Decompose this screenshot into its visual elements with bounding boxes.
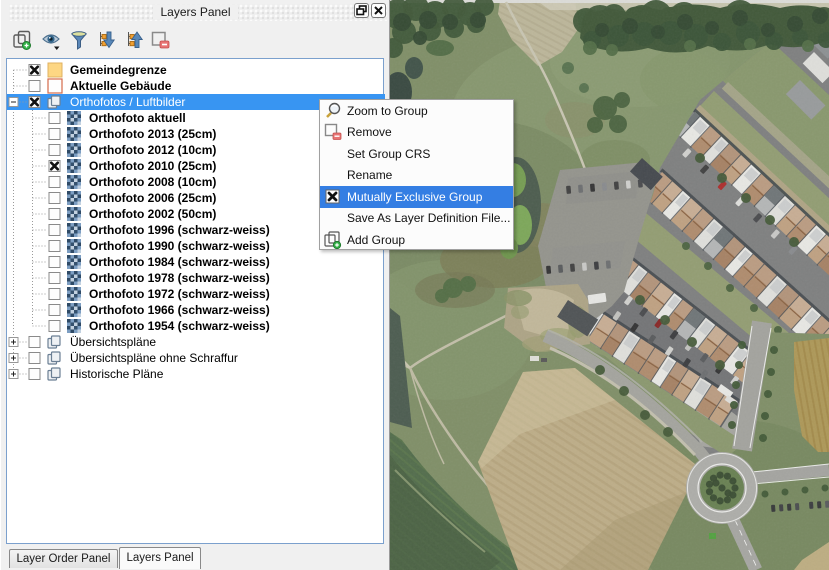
svg-text:Orthofoto 1990 (schwarz-weiss): Orthofoto 1990 (schwarz-weiss) (89, 239, 270, 253)
svg-text:Orthofoto 1972 (schwarz-weiss): Orthofoto 1972 (schwarz-weiss) (89, 287, 270, 301)
svg-text:Orthofoto 1954 (schwarz-weiss): Orthofoto 1954 (schwarz-weiss) (89, 319, 270, 333)
svg-text:Historische Pläne: Historische Pläne (70, 367, 164, 381)
svg-text:Orthofoto 1984 (schwarz-weiss): Orthofoto 1984 (schwarz-weiss) (89, 255, 270, 269)
svg-text:Übersichtspläne: Übersichtspläne (70, 335, 156, 349)
svg-text:Orthofotos / Luftbilder: Orthofotos / Luftbilder (70, 95, 185, 109)
svg-text:Orthofoto 2006 (25cm): Orthofoto 2006 (25cm) (89, 191, 216, 205)
svg-text:Gemeindegrenze: Gemeindegrenze (70, 63, 167, 77)
svg-text:Aktuelle Gebäude: Aktuelle Gebäude (70, 79, 172, 93)
svg-text:Orthofoto 2013 (25cm): Orthofoto 2013 (25cm) (89, 127, 216, 141)
svg-text:Orthofoto 1996 (schwarz-weiss): Orthofoto 1996 (schwarz-weiss) (89, 223, 270, 237)
svg-text:Orthofoto 1966 (schwarz-weiss): Orthofoto 1966 (schwarz-weiss) (89, 303, 270, 317)
svg-text:Orthofoto 1978 (schwarz-weiss): Orthofoto 1978 (schwarz-weiss) (89, 271, 270, 285)
svg-text:Übersichtspläne ohne Schraffur: Übersichtspläne ohne Schraffur (70, 351, 238, 365)
svg-text:Orthofoto 2002 (50cm): Orthofoto 2002 (50cm) (89, 207, 216, 221)
svg-text:Orthofoto 2012 (10cm): Orthofoto 2012 (10cm) (89, 143, 216, 157)
svg-text:Orthofoto 2010 (25cm): Orthofoto 2010 (25cm) (89, 159, 216, 173)
svg-text:Orthofoto 2008 (10cm): Orthofoto 2008 (10cm) (89, 175, 216, 189)
svg-text:Orthofoto aktuell: Orthofoto aktuell (89, 111, 186, 125)
